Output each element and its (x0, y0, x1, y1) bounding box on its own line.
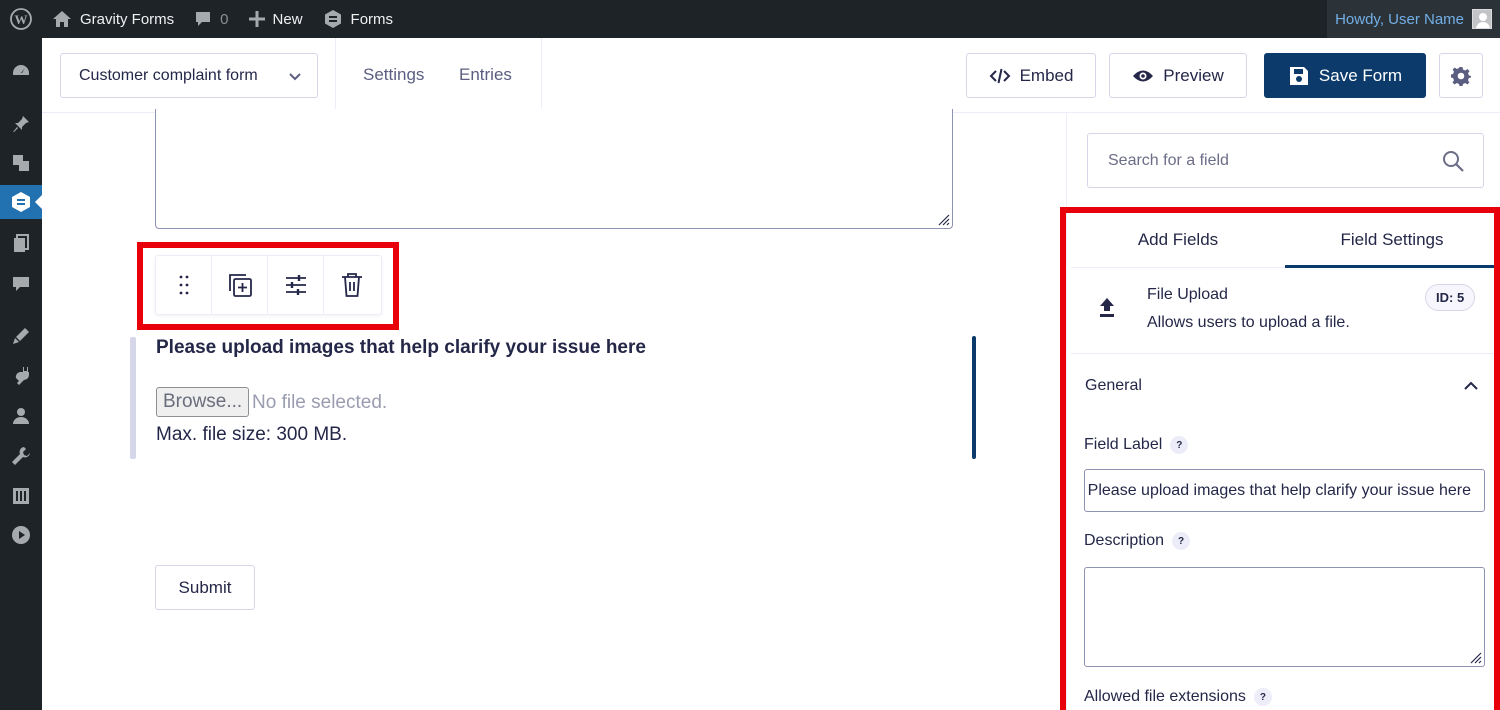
gravity-forms-menu-icon[interactable] (0, 185, 42, 219)
site-name-link[interactable]: Gravity Forms (42, 0, 184, 38)
code-icon (989, 68, 1010, 83)
preview-button[interactable]: Preview (1109, 53, 1247, 98)
highlight-box-field-settings (1060, 207, 1500, 710)
howdy-text: Howdy, User Name (1335, 10, 1464, 28)
site-name: Gravity Forms (80, 10, 175, 28)
dashboard-icon[interactable] (0, 55, 42, 89)
admin-bar: W Gravity Forms 0 New Forms Howdy, User … (0, 0, 1500, 38)
search-icon (1443, 151, 1464, 172)
highlight-box-field-tools (137, 242, 399, 330)
gear-icon (1451, 66, 1471, 86)
eye-icon (1133, 70, 1154, 81)
form-switcher-select[interactable]: Customer complaint form (60, 53, 318, 98)
media-icon[interactable] (0, 146, 42, 180)
toolbar-divider (335, 38, 336, 113)
pin-icon[interactable] (0, 107, 42, 141)
new-label: New (272, 10, 303, 28)
search-placeholder: Search for a field (1108, 151, 1229, 169)
settings-gear-button[interactable] (1439, 53, 1483, 98)
selected-field-indicator (130, 337, 136, 459)
embed-button[interactable]: Embed (966, 53, 1096, 98)
settings-icon[interactable] (0, 479, 42, 513)
my-account[interactable]: Howdy, User Name (1327, 0, 1500, 38)
wordpress-logo-icon[interactable]: W (0, 0, 42, 38)
home-icon (53, 11, 71, 27)
no-file-text: No file selected. (252, 392, 388, 413)
file-upload-field-label: Please upload images that help clarify y… (156, 337, 646, 358)
new-content-link[interactable]: New (239, 0, 313, 38)
preview-label: Preview (1163, 65, 1224, 85)
save-form-button[interactable]: Save Form (1264, 53, 1426, 98)
settings-link[interactable]: Settings (363, 65, 424, 85)
forms-label: Forms (350, 10, 394, 28)
save-disk-icon (1289, 66, 1308, 85)
toolbar-divider (541, 38, 542, 113)
save-form-label: Save Form (1318, 65, 1403, 85)
embed-label: Embed (1019, 65, 1074, 85)
form-name: Customer complaint form (79, 66, 258, 84)
collapse-icon[interactable] (0, 518, 42, 552)
comments-link[interactable]: 0 (184, 0, 238, 38)
comments-icon[interactable] (0, 267, 42, 301)
svg-text:W: W (15, 12, 28, 27)
max-file-size-text: Max. file size: 300 MB. (156, 424, 348, 445)
pages-icon[interactable] (0, 227, 42, 261)
search-field-input[interactable]: Search for a field (1087, 133, 1484, 188)
chevron-down-icon (289, 73, 301, 81)
resize-grip-icon (938, 214, 950, 226)
entries-link[interactable]: Entries (459, 65, 512, 85)
field-drop-indicator (972, 336, 976, 459)
tools-icon[interactable] (0, 439, 42, 473)
appearance-icon[interactable] (0, 319, 42, 353)
comment-icon (196, 12, 211, 26)
plus-icon (248, 11, 265, 27)
forms-link[interactable]: Forms (313, 0, 404, 38)
avatar (1472, 9, 1492, 29)
form-canvas: Please upload images that help clarify y… (42, 109, 1066, 710)
comments-count: 0 (220, 10, 229, 28)
submit-button[interactable]: Submit (155, 565, 255, 610)
users-icon[interactable] (0, 399, 42, 433)
admin-side-menu (0, 38, 42, 710)
gravity-forms-icon (324, 10, 341, 28)
plugins-icon[interactable] (0, 359, 42, 393)
form-editor-toolbar: Customer complaint form Settings Entries… (42, 38, 1500, 113)
paragraph-field-textarea[interactable] (155, 109, 953, 229)
browse-button[interactable]: Browse... (156, 387, 250, 417)
